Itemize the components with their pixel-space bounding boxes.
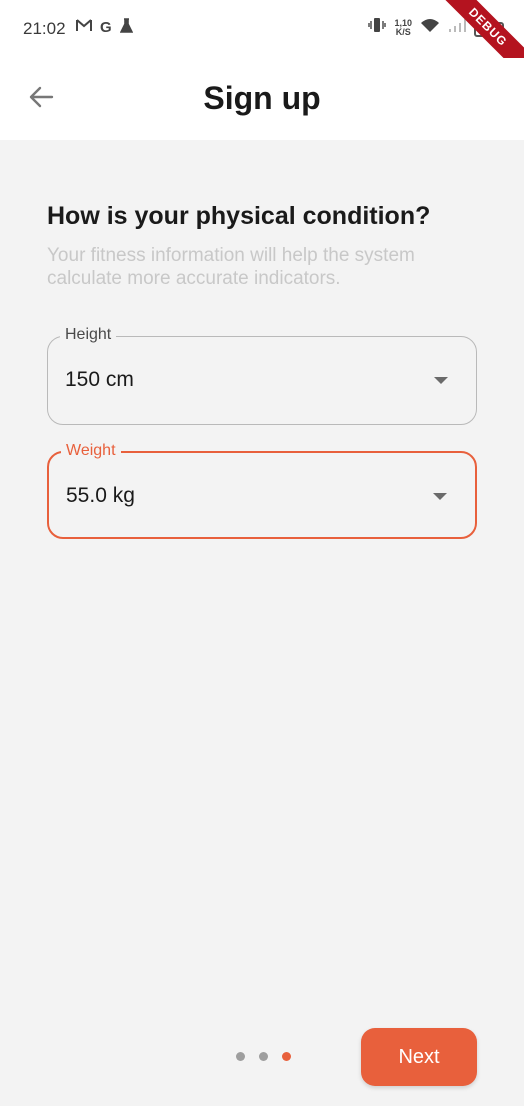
chevron-down-icon [434, 377, 448, 384]
wifi-icon [420, 18, 440, 38]
system-status-icons: 1,10 K/S [368, 17, 466, 38]
network-speed: 1,10 K/S [394, 18, 412, 37]
main-content: How is your physical condition? Your fit… [0, 140, 524, 1106]
app-bar: Sign up [0, 58, 524, 140]
gmail-icon [76, 19, 92, 36]
page-indicator [236, 1052, 291, 1061]
status-time: 21:02 [23, 19, 66, 38]
page-dot-1 [236, 1052, 245, 1061]
status-bar: 21:02 G 1,10 K/S 59 DEBUG [0, 0, 524, 85]
question-subtitle: Your fitness information will help the s… [47, 245, 415, 289]
question-heading: How is your physical condition? [47, 202, 431, 230]
weight-dropdown[interactable]: Weight 55.0 kg [47, 442, 477, 539]
signal-icon [448, 18, 466, 38]
net-speed-unit: K/S [395, 26, 411, 37]
height-value: 150 cm [65, 368, 134, 391]
vibrate-icon [368, 17, 387, 38]
flask-icon [119, 18, 133, 37]
height-dropdown[interactable]: Height 150 cm [47, 326, 477, 425]
page-title: Sign up [203, 80, 321, 116]
page-dot-2 [259, 1052, 268, 1061]
google-icon: G [100, 19, 112, 36]
next-button[interactable]: Next [361, 1028, 477, 1086]
notification-icons: G [76, 18, 133, 37]
weight-label: Weight [61, 442, 121, 460]
chevron-down-icon [433, 493, 447, 500]
height-label: Height [60, 326, 117, 344]
weight-value: 55.0 kg [66, 484, 135, 507]
page-dot-3-active [282, 1052, 291, 1061]
